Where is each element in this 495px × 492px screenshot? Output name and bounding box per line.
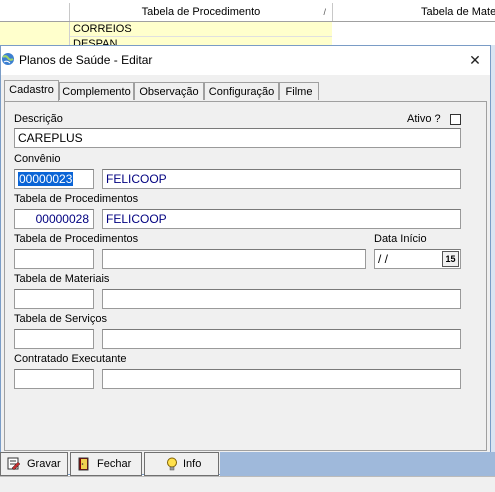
grid-header-tabela-materiais[interactable]: Tabela de Mate [333,3,495,21]
close-button[interactable]: ✕ [460,46,490,75]
gravar-label: Gravar [27,458,61,470]
convenio-code-field[interactable]: 00000023 [14,169,94,189]
sort-icon: / [323,7,326,17]
descricao-value: CAREPLUS [18,131,83,145]
tabela-procedimentos-label: Tabela de Procedimentos [14,193,139,205]
descricao-label: Descrição [14,113,63,125]
tabela-procedimentos-name-field[interactable]: FELICOOP [102,209,461,229]
dialog-titlebar[interactable]: Planos de Saúde - Editar ✕ [1,46,490,75]
data-inicio-value: / / [378,252,389,266]
grid-header: Tabela de Procedimento / Tabela de Mate [0,3,495,22]
tabela-materiais-code-field[interactable] [14,289,94,309]
tabela-procedimentos-code-value: 00000028 [35,212,89,226]
grid-bottom-strip [0,476,495,492]
ativo-checkbox[interactable] [450,114,461,125]
contratado-executante-label: Contratado Executante [14,353,127,365]
save-icon [7,457,21,471]
door-icon [78,457,89,471]
contratado-code-field[interactable] [14,369,94,389]
dialog-title: Planos de Saúde - Editar [19,53,153,67]
convenio-code-value: 00000023 [18,172,74,186]
app-globe-icon [2,53,14,65]
descricao-field[interactable]: CAREPLUS [14,128,461,148]
table-cell: CORREIOS [73,23,132,35]
tab-filme[interactable]: Filme [279,82,319,100]
contratado-name-field[interactable] [102,369,461,389]
data-inicio-field[interactable]: / / 15 [374,249,461,269]
grid-header-tabela-procedimento[interactable]: Tabela de Procedimento / [70,3,333,21]
tabela-materiais-label: Tabela de Materiais [14,273,110,285]
tabela-procedimentos-2-name-field[interactable] [102,249,366,269]
grid-header-label: Tabela de Procedimento [141,6,261,18]
convenio-name-value: FELICOOP [106,172,167,186]
calendar-icon-label: 15 [445,254,456,264]
tabela-procedimentos-code-field[interactable]: 00000028 [14,209,94,229]
tabela-procedimentos-2-label: Tabela de Procedimentos [14,233,139,245]
info-label: Info [183,458,202,470]
tab-complemento[interactable]: Complemento [59,82,134,100]
tabela-procedimentos-2-code-field[interactable] [14,249,94,269]
tab-cadastro[interactable]: Cadastro [4,80,59,101]
tab-label: Observação [139,86,199,98]
grid-header-label: Tabela de Mate [421,6,495,18]
close-icon: ✕ [469,52,481,68]
tab-configuracao[interactable]: Configuração [204,82,279,100]
convenio-label: Convênio [14,153,61,165]
convenio-name-field[interactable]: FELICOOP [102,169,461,189]
tabela-materiais-name-field[interactable] [102,289,461,309]
tabela-servicos-code-field[interactable] [14,329,94,349]
background-window-edge [491,45,495,475]
tab-label: Complemento [62,86,131,98]
data-inicio-label: Data Início [374,233,427,245]
tab-label: Configuração [208,86,275,98]
info-button[interactable]: Info [144,452,219,476]
tab-label: Cadastro [9,84,54,96]
ativo-label: Ativo ? [407,113,441,125]
lightbulb-icon [167,457,177,471]
table-row[interactable]: CORREIOS [70,22,332,37]
fechar-label: Fechar [97,458,132,470]
gravar-button[interactable]: Gravar [0,452,68,476]
button-bar: Gravar Fechar Info [0,452,220,476]
calendar-icon[interactable]: 15 [442,251,459,267]
tab-label: Filme [285,86,313,98]
tab-observacao[interactable]: Observação [134,82,204,100]
tabela-procedimentos-name-value: FELICOOP [106,212,167,226]
fechar-button[interactable]: Fechar [70,452,142,476]
status-bar-area [220,452,495,476]
tabela-servicos-name-field[interactable] [102,329,461,349]
edit-dialog: Planos de Saúde - Editar ✕ Cadastro Comp… [0,45,491,475]
grid-header-blank [0,3,70,21]
tabela-servicos-label: Tabela de Serviços [14,313,107,325]
